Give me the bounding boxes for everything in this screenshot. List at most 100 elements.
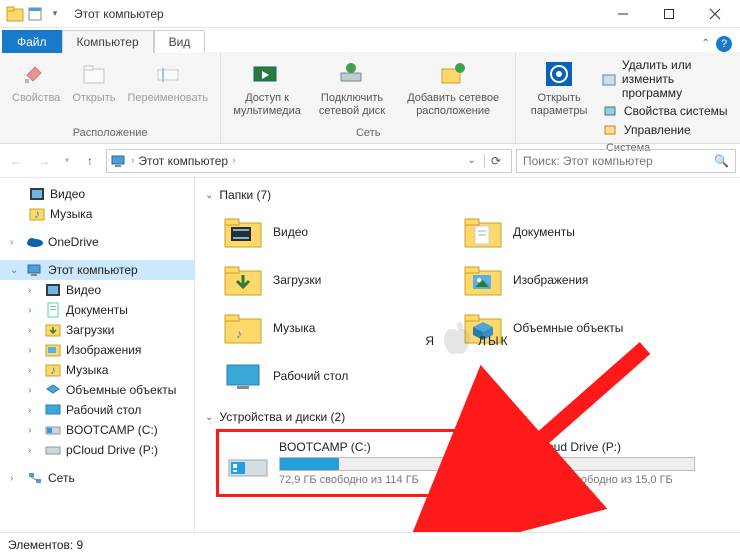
rename-button[interactable]: Переименовать <box>124 56 213 107</box>
settings-icon <box>543 58 575 90</box>
up-button[interactable]: ↑ <box>78 149 102 173</box>
media-icon <box>251 58 283 90</box>
chevron-right-icon[interactable]: › <box>10 237 22 248</box>
manage-button[interactable]: Управление <box>602 122 728 138</box>
uninstall-button[interactable]: Удалить или изменить программу <box>602 58 728 100</box>
folder-downloads[interactable]: Загрузки <box>221 258 461 302</box>
ribbon: Свойства Открыть Переименовать Расположе… <box>0 52 740 144</box>
chevron-down-icon: ⌄ <box>205 412 213 423</box>
folder-3d-objects[interactable]: Объемные объекты <box>461 306 701 350</box>
pc-icon <box>111 154 127 168</box>
pc-icon <box>26 262 44 278</box>
tab-computer[interactable]: Компьютер <box>62 30 154 53</box>
3d-folder-icon <box>463 310 503 346</box>
drive-free-text: 14,0 ГБ свободно из 15,0 ГБ <box>529 474 695 486</box>
folder-music[interactable]: ♪ Музыка <box>221 306 461 350</box>
svg-text:♪: ♪ <box>236 327 242 341</box>
minimize-button[interactable] <box>600 0 646 28</box>
window-title: Этот компьютер <box>74 7 164 21</box>
group-label-location: Расположение <box>73 125 148 141</box>
system-list: Удалить или изменить программу Свойства … <box>598 56 732 140</box>
recent-dropdown[interactable]: ▾ <box>60 149 74 173</box>
sidebar-item-sub-music[interactable]: ›♪Музыка <box>0 360 194 380</box>
properties-button[interactable]: Свойства <box>8 56 64 107</box>
rename-icon <box>152 58 184 90</box>
downloads-icon <box>44 322 62 338</box>
open-button[interactable]: Открыть <box>68 56 119 107</box>
content-pane[interactable]: Я ЛЫК ⌄ Папки (7) Видео Документы Загруз… <box>195 178 740 532</box>
tab-file[interactable]: Файл <box>2 30 62 53</box>
folder-documents[interactable]: Документы <box>461 210 701 254</box>
drive-icon <box>477 440 519 482</box>
sidebar-item-sub-3d[interactable]: ›Объемные объекты <box>0 380 194 400</box>
documents-icon <box>44 302 62 318</box>
system-properties-button[interactable]: Свойства системы <box>602 103 728 119</box>
search-icon: 🔍 <box>714 154 729 168</box>
add-network-location-button[interactable]: Добавить сетевое расположение <box>399 56 507 120</box>
desktop-folder-icon <box>223 358 263 394</box>
sidebar-item-sub-downloads[interactable]: ›Загрузки <box>0 320 194 340</box>
media-access-button[interactable]: Доступ к мультимедиа <box>229 56 305 120</box>
sidebar-item-onedrive[interactable]: › OneDrive <box>0 232 194 252</box>
sidebar-item-network[interactable]: › Сеть <box>0 468 194 488</box>
qat-explorer-icon[interactable] <box>6 5 24 23</box>
sidebar-item-sub-desktop[interactable]: ›Рабочий стол <box>0 400 194 420</box>
qat-props-icon[interactable] <box>26 5 44 23</box>
open-icon <box>78 58 110 90</box>
search-input[interactable] <box>523 154 708 168</box>
forward-button[interactable]: → <box>32 149 56 173</box>
qat-dropdown-icon[interactable]: ▾ <box>46 5 64 23</box>
help-icon[interactable]: ? <box>716 36 732 52</box>
close-button[interactable] <box>692 0 738 28</box>
pictures-folder-icon <box>463 262 503 298</box>
crumb-sep-2: › <box>232 155 235 166</box>
drive-usage-bar <box>529 457 695 471</box>
tab-view[interactable]: Вид <box>154 30 206 53</box>
section-drives-header[interactable]: ⌄ Устройства и диски (2) <box>205 406 730 428</box>
chevron-right-icon[interactable]: › <box>10 473 22 484</box>
search-box[interactable]: 🔍 <box>516 149 736 173</box>
folder-videos[interactable]: Видео <box>221 210 461 254</box>
section-folders-header[interactable]: ⌄ Папки (7) <box>205 184 730 206</box>
quick-access-toolbar: ▾ <box>2 5 64 23</box>
body: Видео ♪ Музыка › OneDrive ⌄ Этот компьют… <box>0 178 740 532</box>
sidebar-item-sub-videos[interactable]: ›Видео <box>0 280 194 300</box>
drive-pcloud-p[interactable]: pCloud Drive (P:) 14,0 ГБ свободно из 15… <box>471 434 701 492</box>
sidebar-item-music[interactable]: ♪ Музыка <box>0 204 194 224</box>
music-icon: ♪ <box>28 206 46 222</box>
music-icon: ♪ <box>44 362 62 378</box>
chevron-down-icon[interactable]: ⌄ <box>10 265 22 276</box>
folder-pictures[interactable]: Изображения <box>461 258 701 302</box>
status-bar: Элементов: 9 <box>0 532 740 556</box>
sidebar-item-this-pc[interactable]: ⌄ Этот компьютер <box>0 260 194 280</box>
add-network-icon <box>437 58 469 90</box>
svg-text:♪: ♪ <box>50 363 56 377</box>
sidebar-item-sub-pics[interactable]: ›Изображения <box>0 340 194 360</box>
desktop-icon <box>44 402 62 418</box>
sidebar-item-sub-pcloud[interactable]: ›pCloud Drive (P:) <box>0 440 194 460</box>
drive-icon <box>227 440 269 482</box>
breadcrumb-root[interactable]: Этот компьютер <box>138 154 228 168</box>
back-button[interactable]: ← <box>4 149 28 173</box>
map-drive-button[interactable]: Подключить сетевой диск <box>309 56 395 120</box>
sidebar-item-videos[interactable]: Видео <box>0 184 194 204</box>
music-folder-icon: ♪ <box>223 310 263 346</box>
sidebar[interactable]: Видео ♪ Музыка › OneDrive ⌄ Этот компьют… <box>0 178 195 532</box>
drive-bootcamp-c[interactable]: BOOTCAMP (C:) 72,9 ГБ свободно из 114 ГБ <box>221 434 451 492</box>
folder-desktop[interactable]: Рабочий стол <box>221 354 461 398</box>
downloads-folder-icon <box>223 262 263 298</box>
svg-text:♪: ♪ <box>34 207 40 221</box>
network-icon <box>26 470 44 486</box>
address-dropdown-icon[interactable]: ⌄ <box>462 155 482 166</box>
drive-usage-bar <box>279 457 445 471</box>
drives-row: BOOTCAMP (C:) 72,9 ГБ свободно из 114 ГБ… <box>205 428 730 498</box>
refresh-button[interactable]: ⟳ <box>484 154 507 168</box>
properties-icon <box>20 58 52 90</box>
open-settings-button[interactable]: Открыть параметры <box>524 56 594 120</box>
sidebar-item-sub-bootcamp[interactable]: ›BOOTCAMP (C:) <box>0 420 194 440</box>
sidebar-item-sub-docs[interactable]: ›Документы <box>0 300 194 320</box>
collapse-ribbon-icon[interactable]: ˆ <box>703 36 708 52</box>
window-buttons <box>600 0 738 28</box>
maximize-button[interactable] <box>646 0 692 28</box>
address-bar[interactable]: › Этот компьютер › ⌄ ⟳ <box>106 149 512 173</box>
